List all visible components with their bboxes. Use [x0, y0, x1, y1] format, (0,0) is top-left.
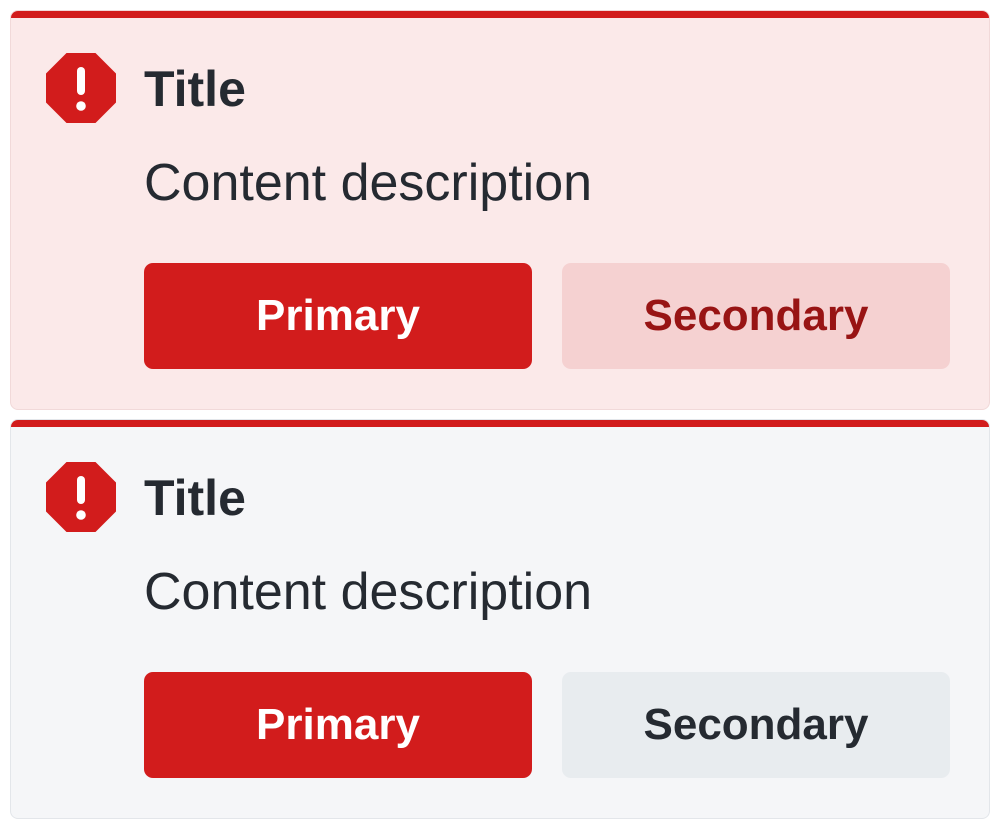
- alert-title: Title: [144, 61, 246, 117]
- primary-button[interactable]: Primary: [144, 672, 532, 778]
- alert-description: Content description: [144, 154, 593, 212]
- alert-title: Title: [144, 470, 246, 526]
- secondary-button[interactable]: Secondary: [562, 263, 950, 369]
- alert-octagon-icon: [46, 462, 116, 532]
- secondary-button[interactable]: Secondary: [562, 672, 950, 778]
- primary-button[interactable]: Primary: [144, 263, 532, 369]
- alert-accent-bar: [11, 420, 989, 427]
- alert-description: Content description: [144, 563, 593, 621]
- alert-octagon-icon: [46, 53, 116, 123]
- alert-stack: Title Content description Primary Second…: [0, 0, 1000, 828]
- critical-alert-tinted: Title Content description Primary Second…: [10, 10, 990, 410]
- alert-accent-bar: [11, 11, 989, 18]
- critical-alert-neutral: Title Content description Primary Second…: [10, 419, 990, 819]
